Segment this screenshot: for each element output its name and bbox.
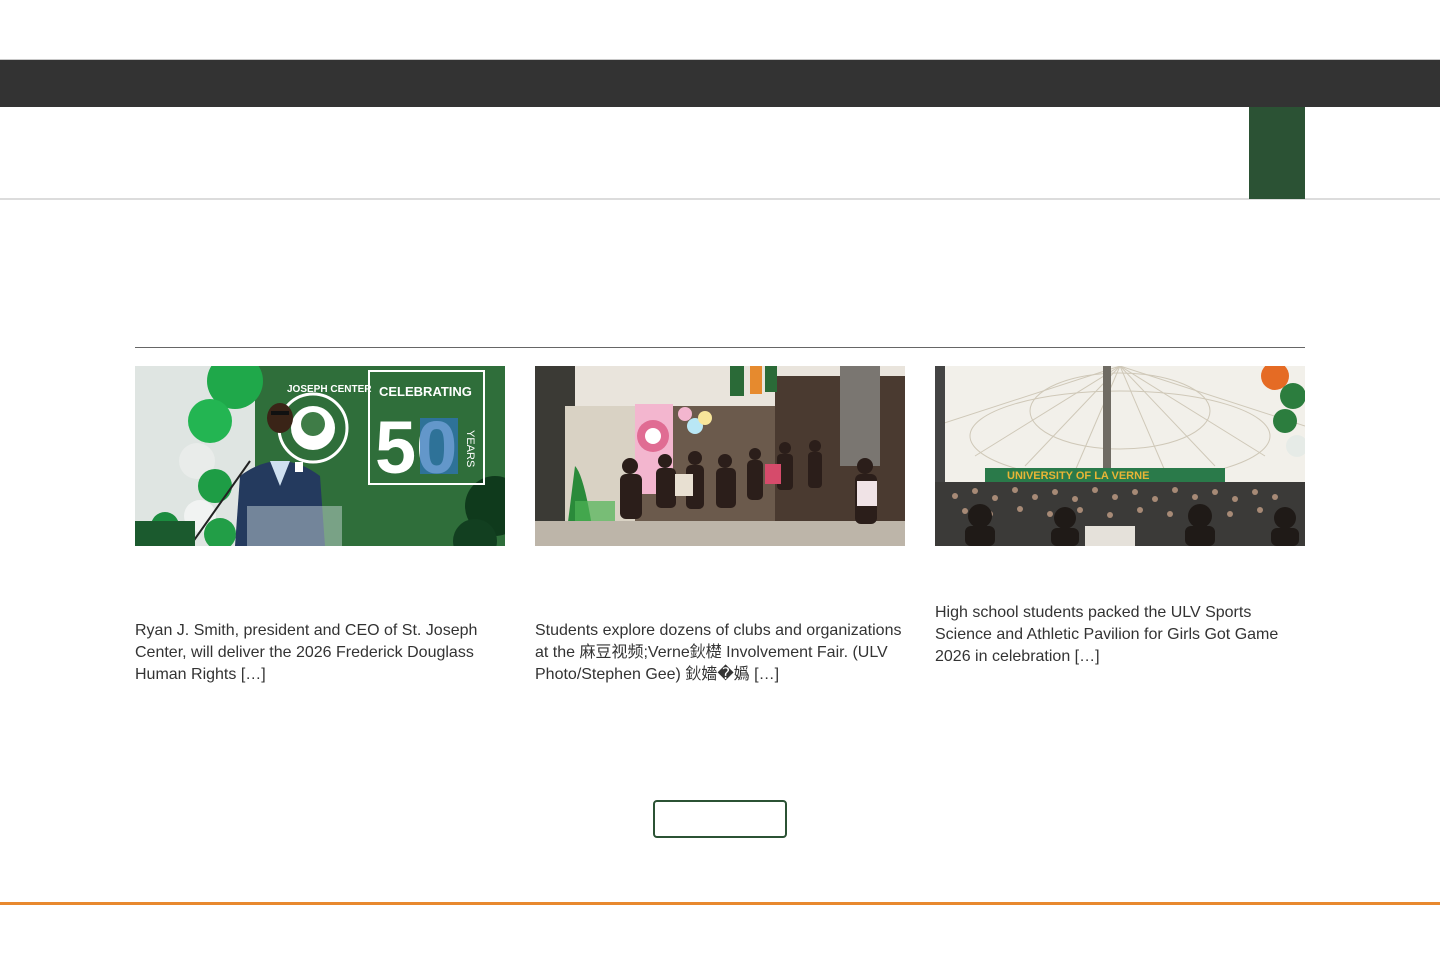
news-card-image[interactable]: [535, 366, 905, 546]
footer-accent-rule: [0, 902, 1440, 905]
news-card: JOSEPH CENTER CELEBRATING 50 YEARS Ryan …: [135, 366, 505, 696]
news-excerpt[interactable]: Ryan J. Smith, president and CEO of St. …: [135, 620, 505, 686]
involvement-fair-photo: [535, 366, 905, 546]
banner-text-years: YEARS: [464, 430, 476, 467]
news-card-grid: JOSEPH CENTER CELEBRATING 50 YEARS Ryan …: [135, 366, 1305, 706]
global-nav-bar: [0, 60, 1440, 107]
news-excerpt[interactable]: Students explore dozens of clubs and org…: [535, 620, 905, 686]
banner-text-university: UNIVERSITY OF LA VERNE: [1007, 470, 1149, 482]
section-divider: [135, 347, 1305, 348]
banner-text-joseph: JOSEPH CENTER: [287, 384, 372, 395]
news-card: Students explore dozens of clubs and org…: [535, 366, 905, 696]
news-card-image[interactable]: JOSEPH CENTER CELEBRATING 50 YEARS: [135, 366, 505, 546]
news-excerpt[interactable]: High school students packed the ULV Spor…: [935, 602, 1305, 668]
joseph-center-photo: JOSEPH CENTER CELEBRATING 50 YEARS: [135, 366, 505, 546]
nav-accent-block[interactable]: [1249, 107, 1305, 199]
more-news-button[interactable]: [653, 800, 787, 838]
girls-got-game-photo: UNIVERSITY OF LA VERNE: [935, 366, 1305, 546]
banner-text-celebrating: CELEBRATING: [379, 384, 472, 399]
main-nav-bar: [0, 107, 1440, 200]
news-card: UNIVERSITY OF LA VERNE High school stude…: [935, 366, 1305, 696]
top-utility-strip: [0, 0, 1440, 60]
news-card-image[interactable]: UNIVERSITY OF LA VERNE: [935, 366, 1305, 546]
